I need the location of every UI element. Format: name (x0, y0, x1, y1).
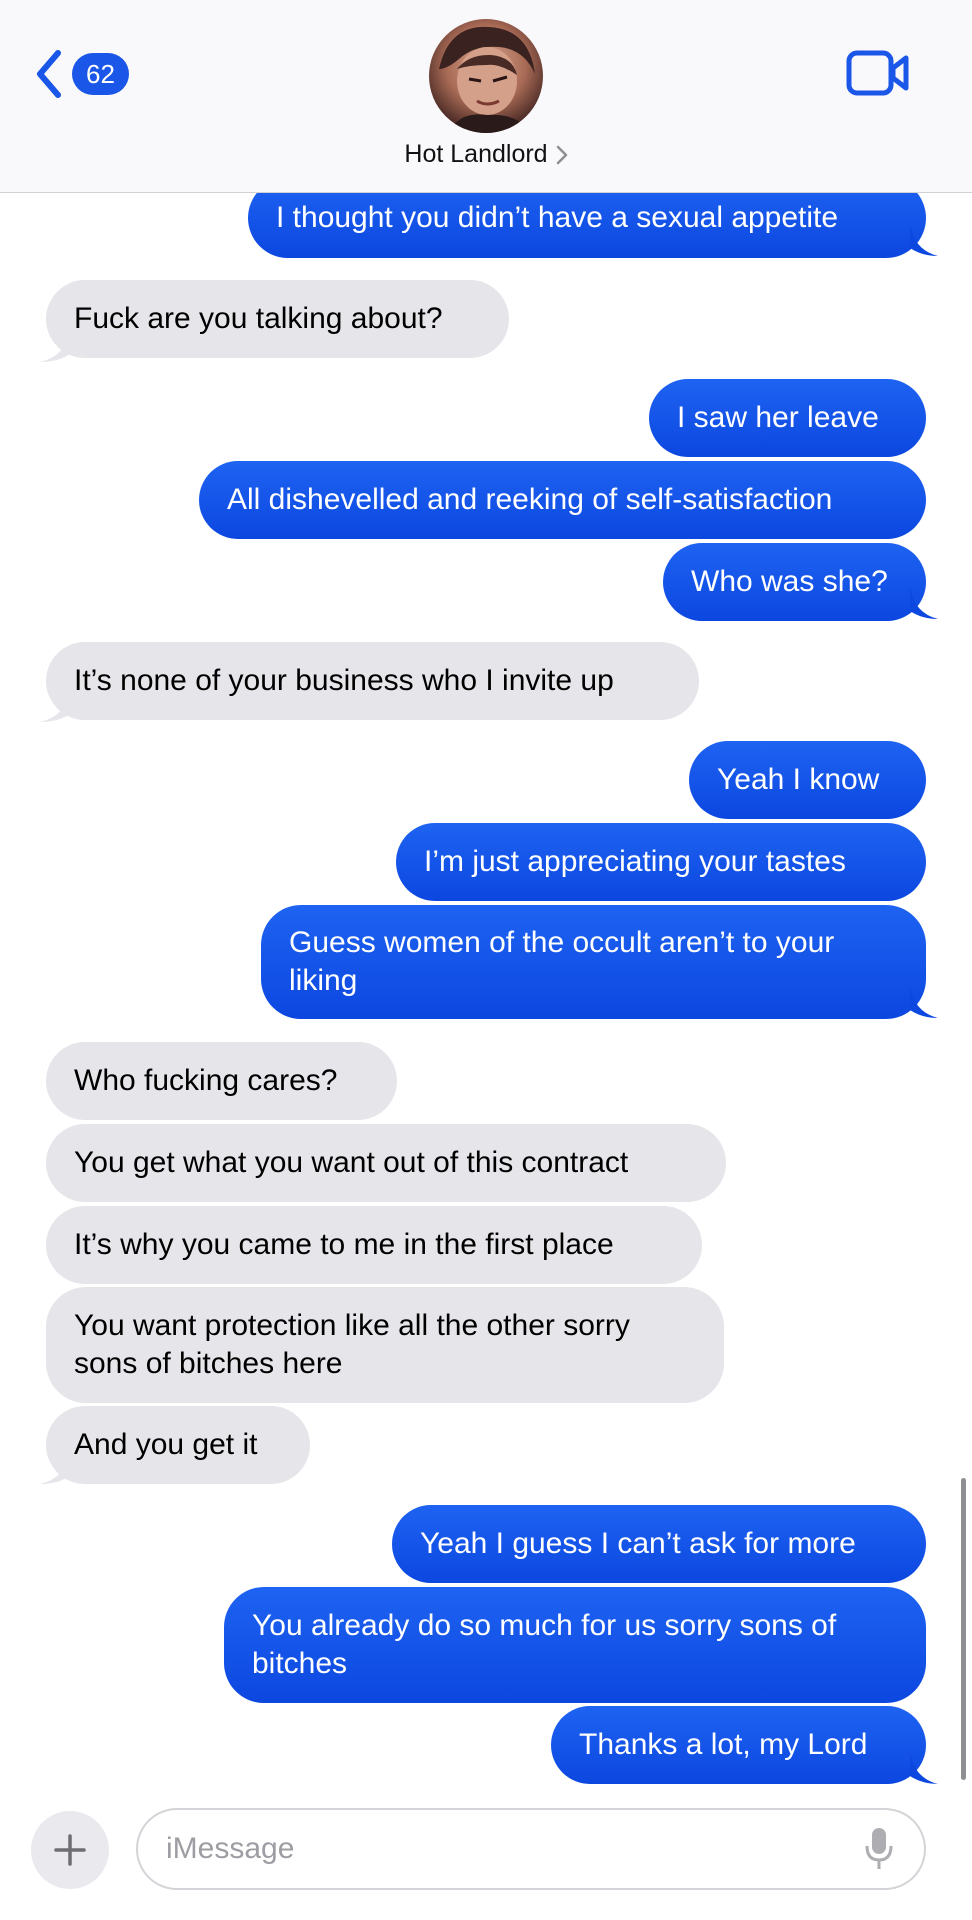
bubble-tail (910, 1752, 938, 1784)
message-bubble-received[interactable]: And you get it (46, 1406, 310, 1484)
chevron-right-icon (556, 145, 567, 164)
chevron-left-icon (37, 50, 61, 98)
message-bubble-sent[interactable]: I saw her leave (649, 379, 926, 457)
video-camera-icon[interactable] (846, 48, 910, 98)
message-bubble-received[interactable]: It’s none of your business who I invite … (46, 642, 699, 720)
message-thread: I thought you didn’t have a sexual appet… (0, 0, 972, 1920)
contact-name-button[interactable]: Hot Landlord (0, 140, 972, 169)
message-input[interactable]: iMessage (136, 1808, 926, 1890)
scroll-indicator[interactable] (961, 1478, 966, 1780)
bubble-tail (40, 330, 70, 362)
back-button[interactable]: 62 (34, 44, 129, 104)
plus-button[interactable] (31, 1811, 109, 1889)
message-bubble-received[interactable]: It’s why you came to me in the first pla… (46, 1206, 702, 1284)
message-bubble-sent[interactable]: You already do so much for us sorry sons… (224, 1587, 926, 1703)
contact-name: Hot Landlord (404, 140, 548, 168)
bubble-tail (40, 1452, 70, 1484)
message-bubble-received[interactable]: Fuck are you talking about? (46, 280, 509, 358)
unread-count-badge: 62 (72, 53, 129, 95)
message-bubble-sent[interactable]: Yeah I guess I can’t ask for more (392, 1505, 926, 1583)
message-bubble-received[interactable]: You get what you want out of this contra… (46, 1124, 726, 1202)
avatar[interactable] (429, 19, 543, 133)
message-bubble-sent[interactable]: All dishevelled and reeking of self-sati… (199, 461, 926, 539)
bubble-tail (40, 690, 70, 722)
bubble-tail (910, 986, 938, 1018)
bubble-tail (910, 587, 938, 619)
bubble-tail (910, 224, 938, 256)
message-input-placeholder: iMessage (166, 1832, 295, 1865)
message-bubble-sent[interactable]: Yeah I know (689, 741, 926, 819)
message-bubble-sent[interactable]: Thanks a lot, my Lord (551, 1706, 926, 1784)
microphone-icon[interactable] (864, 1826, 894, 1872)
message-bubble-sent[interactable]: Guess women of the occult aren’t to your… (261, 905, 926, 1019)
message-bubble-received[interactable]: You want protection like all the other s… (46, 1287, 724, 1403)
message-bubble-sent[interactable]: I’m just appreciating your tastes (396, 823, 926, 901)
conversation-header: 62 Hot Landlord (0, 0, 972, 193)
message-bubble-sent[interactable]: Who was she? (663, 543, 926, 621)
avatar-image (439, 26, 535, 133)
plus-icon (54, 1834, 86, 1866)
message-bubble-received[interactable]: Who fucking cares? (46, 1042, 397, 1120)
